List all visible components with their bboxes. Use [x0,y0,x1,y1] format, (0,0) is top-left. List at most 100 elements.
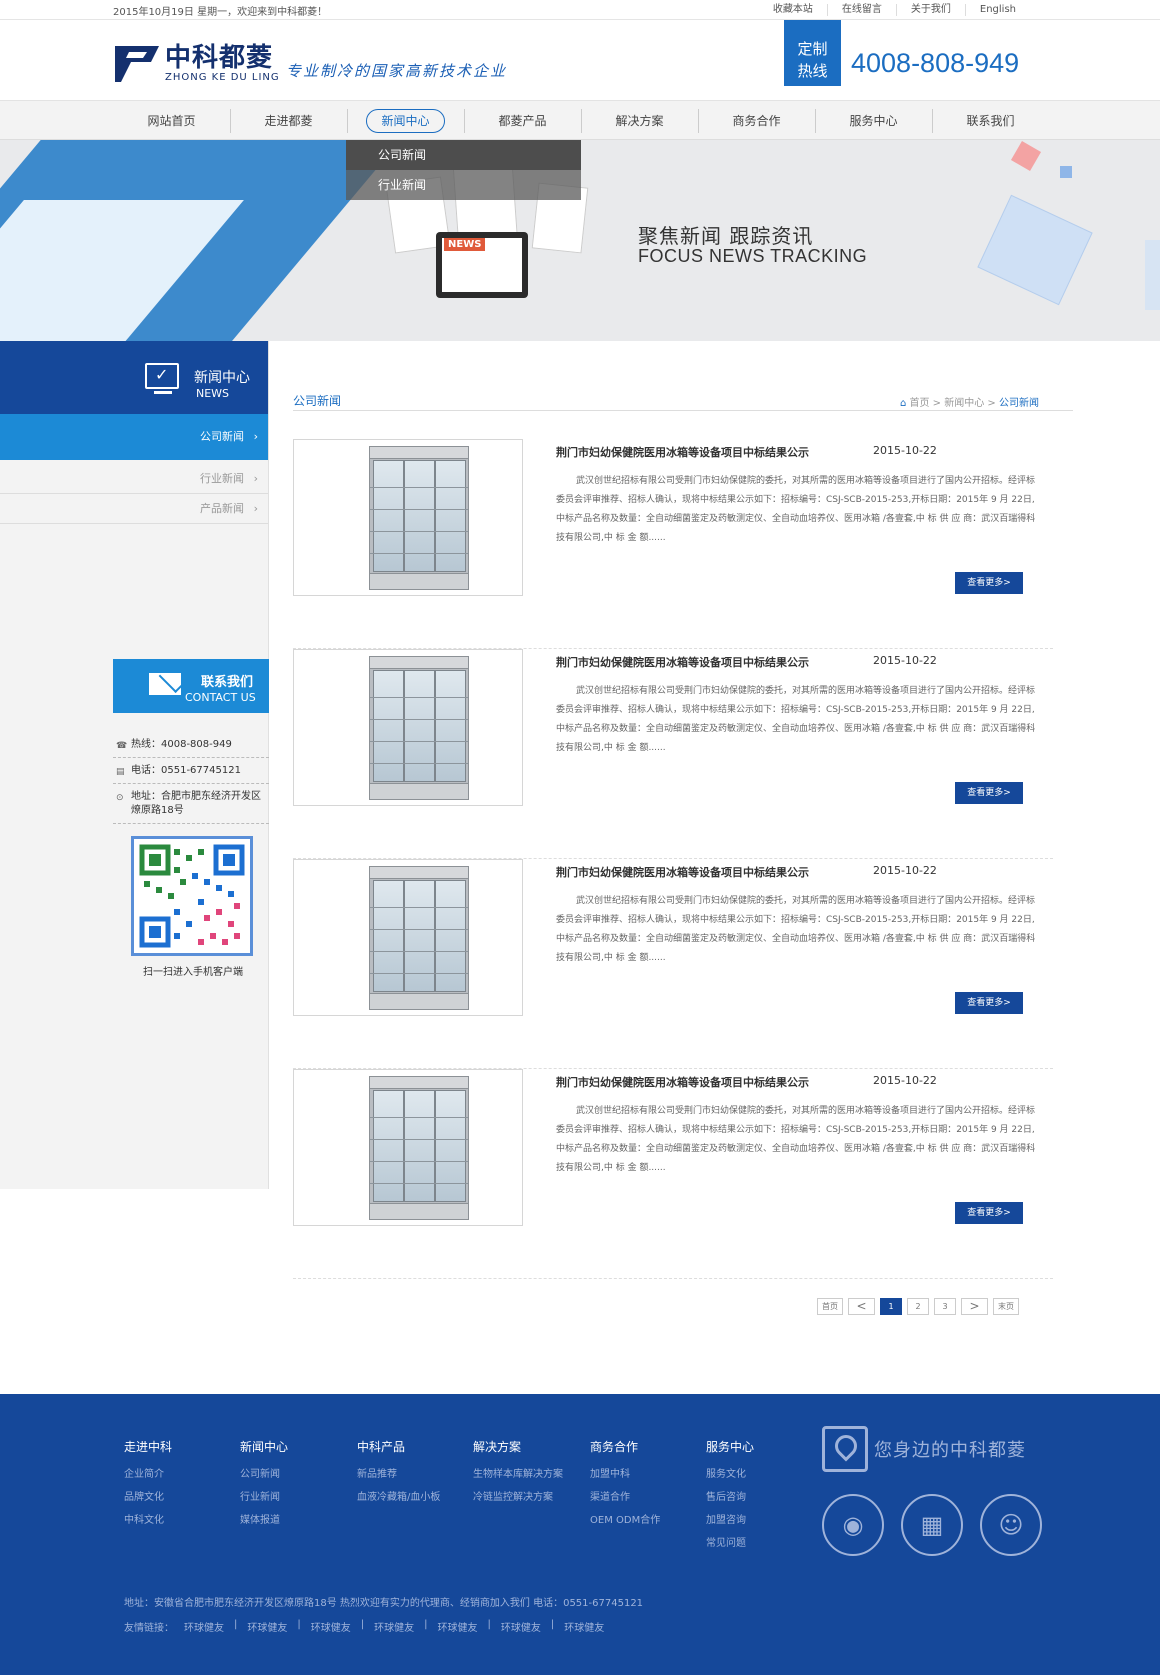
friend-link[interactable]: 环球健友 [501,1619,541,1634]
site-logo[interactable]: 中科都菱 ZHONG KE DU LING [113,42,280,84]
read-more-button[interactable]: 查看更多> [955,782,1023,804]
footer-link[interactable]: 品牌文化 [124,1486,172,1509]
map-pin-icon [822,1426,868,1472]
about-us-link[interactable]: 关于我们 [895,4,965,16]
footer-link[interactable]: 加盟咨询 [706,1509,754,1532]
pager-prev[interactable]: < [848,1298,875,1315]
sidebar-item-product-news[interactable]: 产品新闻 [0,494,268,524]
logo-cn-text: 中科都菱 [165,42,274,73]
nav-item-products[interactable]: 都菱产品 [464,101,581,141]
pager-first[interactable]: 首页 [817,1298,843,1315]
footer-link[interactable]: 售后咨询 [706,1486,754,1509]
sidebar-item-company-news[interactable]: 公司新闻 [0,414,268,460]
breadcrumb-home[interactable]: 首页 [910,398,930,409]
medical-fridge-image [369,866,469,1010]
contact-hotline: ☎ 热线：4008-808-949 [113,732,269,758]
friend-links: 友情链接： 环球健友 | 环球健友 | 环球健友 | 环球健友 | 环球健友 | 环球健友 | 环球健友 [124,1619,614,1634]
footer-link[interactable]: 渠道合作 [590,1486,660,1509]
link-separator: | [234,1619,238,1630]
sidebar-title-en: NEWS [196,387,230,400]
footer-link[interactable]: 生物样本库解决方案 [473,1463,563,1486]
section-title: 公司新闻 [293,394,342,408]
online-message-link[interactable]: 在线留言 [826,4,896,16]
footer-link[interactable]: 加盟中科 [590,1463,660,1486]
sidebar-title-cn: 新闻中心 [194,370,250,386]
footer-column: 中科产品新品推荐 血液冷藏箱/血小板 [357,1436,440,1509]
friend-link[interactable]: 环球健友 [438,1619,478,1634]
pager-page-3[interactable]: 3 [934,1298,956,1315]
footer-link[interactable]: 血液冷藏箱/血小板 [357,1486,440,1509]
friend-link[interactable]: 环球健友 [247,1619,287,1634]
friend-link[interactable]: 环球健友 [184,1619,224,1634]
footer-link[interactable]: 新品推荐 [357,1463,440,1486]
footer-link[interactable]: 冷链监控解决方案 [473,1486,563,1509]
nav-item-solutions[interactable]: 解决方案 [581,101,698,141]
footer-column-heading[interactable]: 走进中科 [124,1436,172,1459]
breadcrumb-news-center[interactable]: 新闻中心 [944,398,984,409]
news-date: 2015-10-22 [873,444,937,457]
footer-column-heading[interactable]: 中科产品 [357,1436,440,1459]
footer-column-heading[interactable]: 商务合作 [590,1436,660,1459]
envelope-icon [149,673,181,695]
pager-next[interactable]: > [961,1298,988,1315]
footer-column-heading[interactable]: 新闻中心 [240,1436,288,1459]
news-title[interactable]: 荆门市妇幼保健院医用冰箱等设备项目中标结果公示 [556,444,809,460]
nav-item-about[interactable]: 走进都菱 [230,101,347,141]
qr-caption: 扫一扫进入手机客户端 [143,967,243,978]
footer-link[interactable]: 媒体报道 [240,1509,288,1532]
dropdown-item-industry-news[interactable]: 行业新闻 [346,170,581,200]
news-title[interactable]: 荆门市妇幼保健院医用冰箱等设备项目中标结果公示 [556,654,809,670]
news-summary: 武汉创世纪招标有限公司受荆门市妇幼保健院的委托，对其所需的医用冰箱等设备项目进行… [556,476,1036,543]
nav-item-news[interactable]: 新闻中心 [347,101,464,141]
medical-fridge-image [369,656,469,800]
qq-icon[interactable]: ☺ [980,1494,1042,1556]
dropdown-item-company-news[interactable]: 公司新闻 [346,140,581,170]
phone-icon: ☎ [116,741,128,751]
footer-column: 服务中心服务文化 售后咨询 加盟咨询 常见问题 [706,1436,754,1555]
sidebar-item-industry-news[interactable]: 行业新闻 [0,464,268,494]
nav-label: 都菱产品 [498,114,547,128]
footer-link[interactable]: 中科文化 [124,1509,172,1532]
pager-last[interactable]: 末页 [993,1298,1019,1315]
contact-title-en: CONTACT US [185,691,256,704]
news-thumbnail[interactable] [293,859,523,1016]
news-thumbnail[interactable] [293,439,523,596]
english-link[interactable]: English [964,4,1030,16]
news-item: 荆门市妇幼保健院医用冰箱等设备项目中标结果公示 2015-10-22 武汉创世纪… [293,1069,1053,1279]
news-date: 2015-10-22 [873,654,937,667]
footer-link[interactable]: 服务文化 [706,1463,754,1486]
footer-link[interactable]: 常见问题 [706,1532,754,1555]
nav-item-business[interactable]: 商务合作 [698,101,815,141]
friend-link[interactable]: 环球健友 [374,1619,414,1634]
main-content: 公司新闻 ⌂ 首页 > 新闻中心 > 公司新闻 荆门市妇幼保健院医用冰箱等设备项… [293,341,1073,1279]
bookmark-link[interactable]: 收藏本站 [759,4,827,16]
contact-title-cn: 联系我们 [201,675,254,690]
nav-item-service[interactable]: 服务中心 [815,101,932,141]
read-more-button[interactable]: 查看更多> [955,572,1023,594]
sidebar: 新闻中心 NEWS 公司新闻 行业新闻 产品新闻 联系我们 CONTACT US… [0,341,269,1189]
pager-page-2[interactable]: 2 [907,1298,929,1315]
news-title[interactable]: 荆门市妇幼保健院医用冰箱等设备项目中标结果公示 [556,864,809,880]
link-separator: | [360,1619,365,1630]
friend-link[interactable]: 环球健友 [311,1619,351,1634]
footer-link[interactable]: 行业新闻 [240,1486,288,1509]
friend-link[interactable]: 环球健友 [564,1619,604,1634]
read-more-button[interactable]: 查看更多> [955,1202,1023,1224]
pager-page-1[interactable]: 1 [880,1298,902,1315]
news-thumbnail[interactable] [293,1069,523,1226]
footer-column-heading[interactable]: 解决方案 [473,1436,563,1459]
news-title[interactable]: 荆门市妇幼保健院医用冰箱等设备项目中标结果公示 [556,1074,809,1090]
nav-item-contact[interactable]: 联系我们 [932,101,1049,141]
footer-link[interactable]: 企业简介 [124,1463,172,1486]
footer-link[interactable]: OEM ODM合作 [590,1509,660,1532]
news-summary: 武汉创世纪招标有限公司受荆门市妇幼保健院的委托，对其所需的医用冰箱等设备项目进行… [556,1106,1036,1173]
news-thumbnail[interactable] [293,649,523,806]
nav-label: 服务中心 [849,114,898,128]
nav-item-home[interactable]: 网站首页 [113,101,230,141]
qr-code-icon[interactable]: ▦ [901,1494,963,1556]
logo-en-text: ZHONG KE DU LING [165,71,280,83]
footer-link[interactable]: 公司新闻 [240,1463,288,1486]
read-more-button[interactable]: 查看更多> [955,992,1023,1014]
footer-column-heading[interactable]: 服务中心 [706,1436,754,1459]
weibo-icon[interactable]: ◉ [822,1494,884,1556]
